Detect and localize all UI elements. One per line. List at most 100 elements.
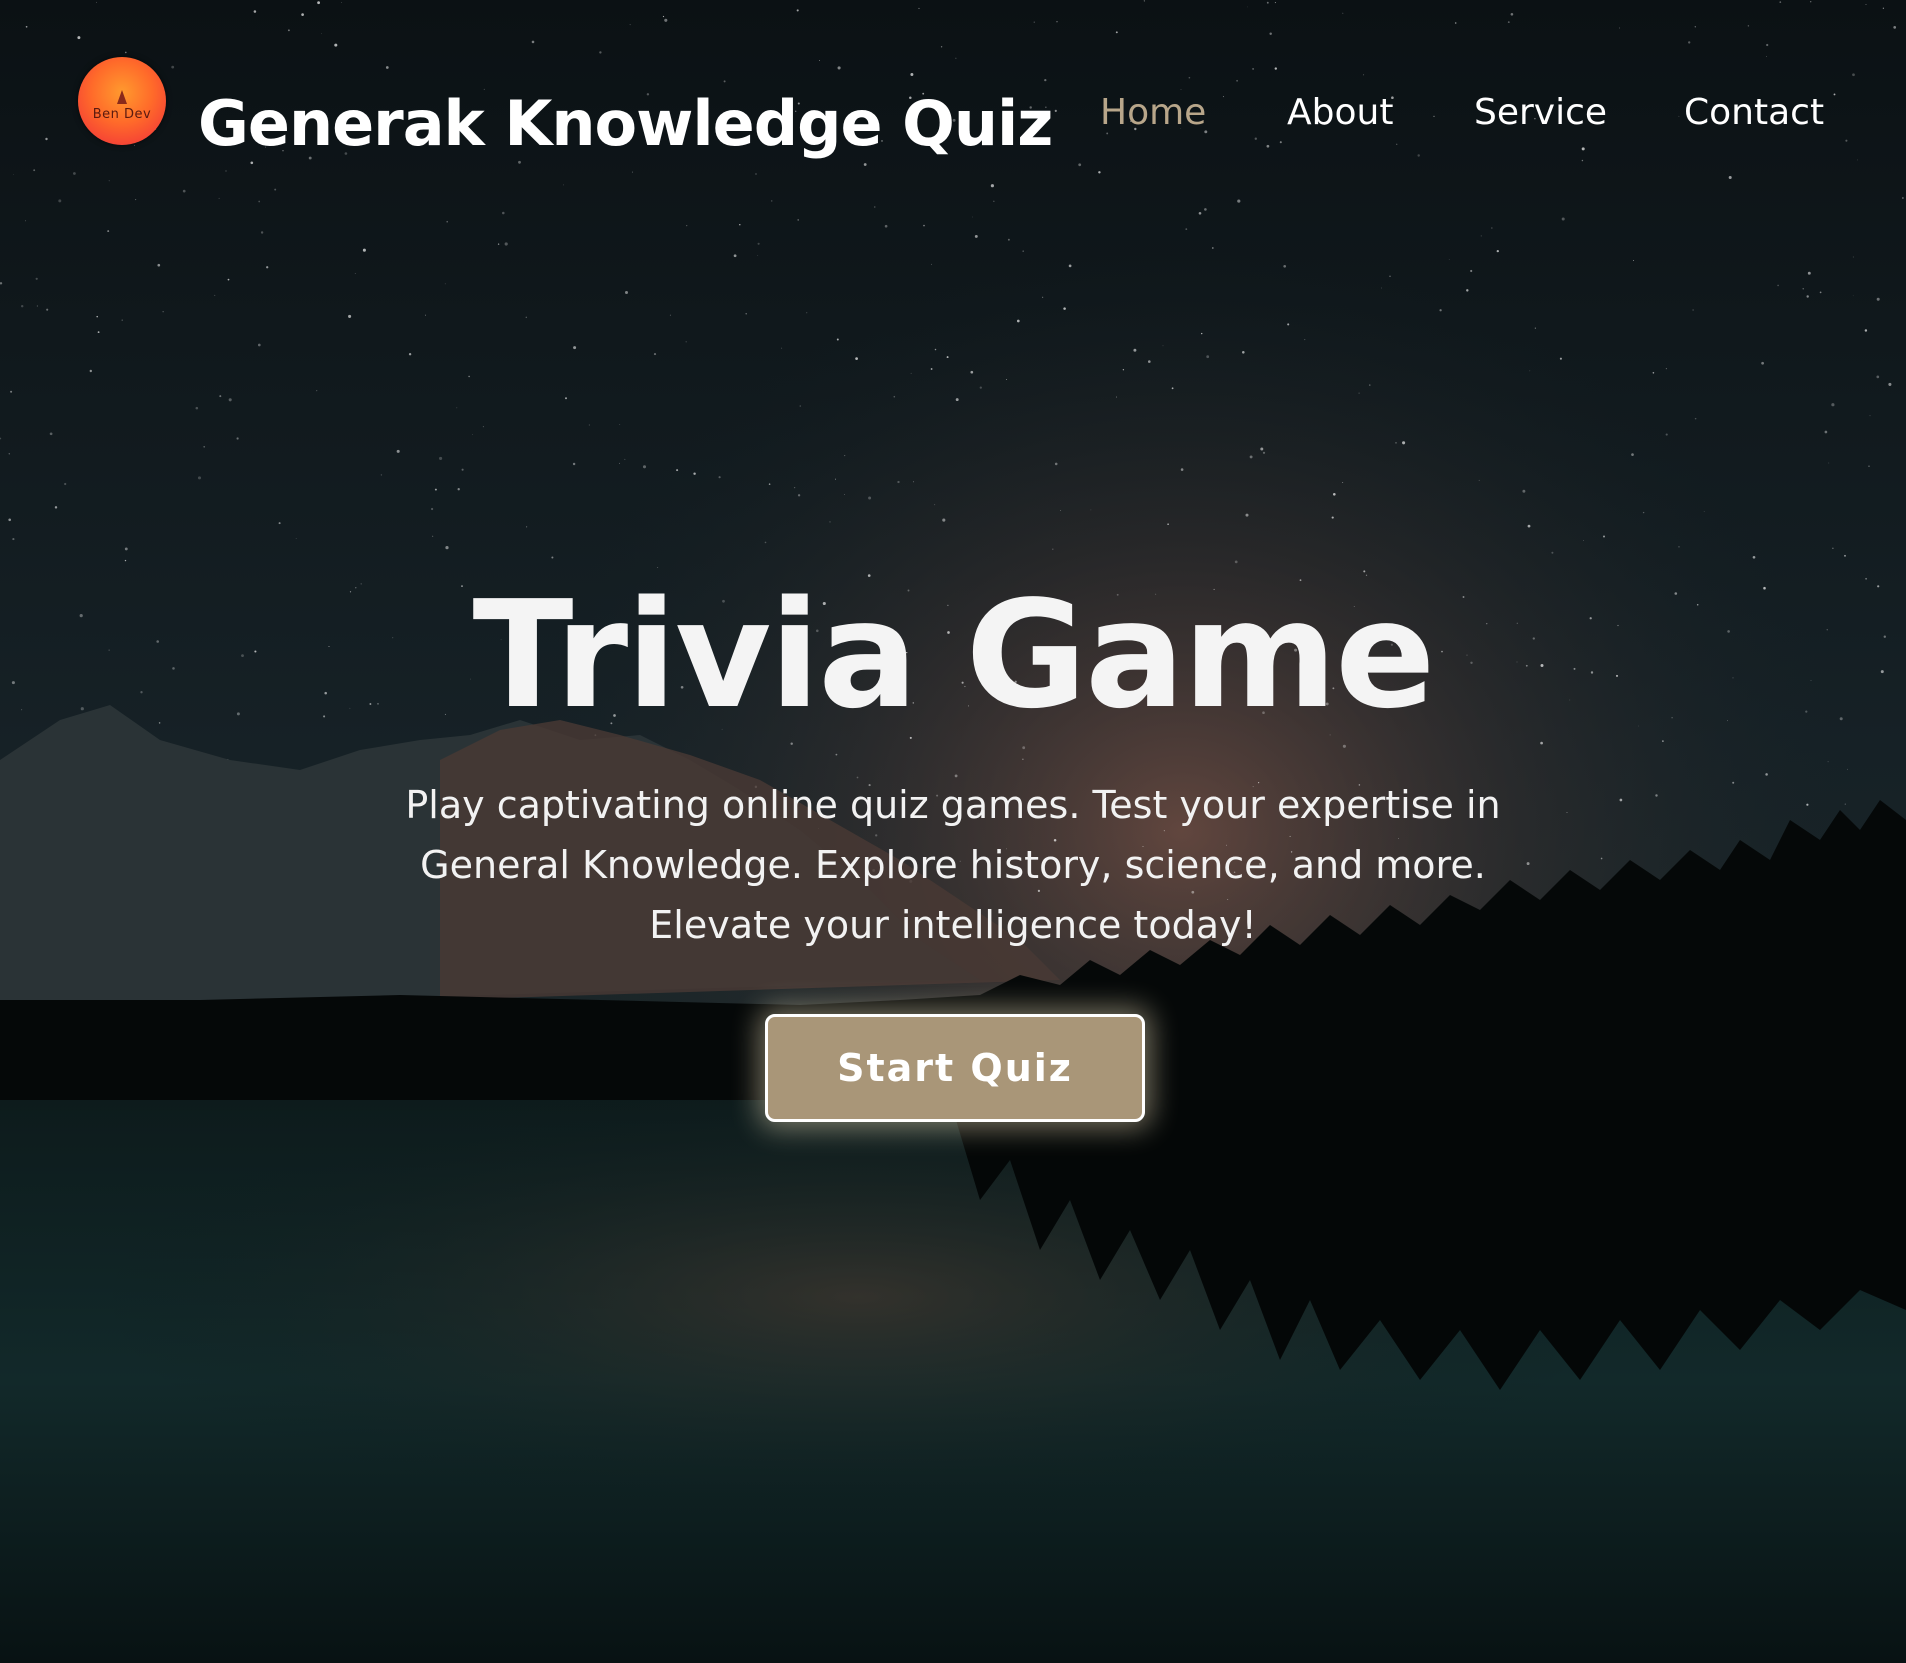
landing-page: Ben Dev Generak Knowledge Quiz Home Abou… <box>0 0 1906 1663</box>
star <box>1188 76 1191 79</box>
star <box>444 283 446 285</box>
star <box>955 57 957 59</box>
star <box>844 494 845 495</box>
star <box>1402 441 1406 445</box>
star <box>73 172 76 175</box>
start-quiz-button[interactable]: Start Quiz <box>765 1014 1145 1122</box>
star <box>1857 159 1859 161</box>
star <box>664 18 668 22</box>
star <box>1827 761 1829 763</box>
star <box>424 314 427 316</box>
star <box>124 547 128 551</box>
star <box>931 263 932 265</box>
star <box>1044 78 1047 82</box>
star <box>1122 369 1125 371</box>
star <box>1845 139 1848 142</box>
star <box>1395 442 1397 444</box>
star <box>108 180 110 182</box>
star <box>1262 451 1266 454</box>
star <box>653 353 657 356</box>
star <box>1665 433 1668 436</box>
star <box>676 469 679 472</box>
star <box>295 537 297 539</box>
star <box>8 518 11 522</box>
star <box>96 1 97 3</box>
main-nav: Home About Service Contact <box>0 88 1906 138</box>
star <box>1819 291 1822 294</box>
star <box>757 255 759 256</box>
star <box>970 370 974 374</box>
star <box>1633 260 1634 262</box>
star <box>979 386 982 389</box>
star <box>482 426 484 428</box>
star <box>572 462 576 466</box>
star <box>228 398 232 402</box>
star <box>1844 803 1846 805</box>
star <box>1806 295 1809 298</box>
star <box>1287 323 1290 326</box>
star <box>781 347 783 349</box>
star <box>439 456 443 460</box>
star <box>1522 489 1526 493</box>
star <box>624 458 626 460</box>
nav-contact-link[interactable]: Contact <box>1684 88 1824 138</box>
star <box>525 316 528 319</box>
star <box>77 36 81 40</box>
star <box>197 476 202 480</box>
star <box>89 369 92 373</box>
star <box>686 224 688 227</box>
star <box>1581 159 1584 162</box>
star <box>625 291 628 294</box>
star <box>1766 56 1767 58</box>
star <box>1185 228 1188 230</box>
hero-description: Play captivating online quiz games. Test… <box>373 775 1533 955</box>
star <box>1540 741 1543 745</box>
star <box>1042 296 1044 298</box>
star <box>135 199 137 201</box>
nav-home-link[interactable]: Home <box>1100 88 1206 138</box>
star <box>1078 163 1082 167</box>
star <box>1566 812 1568 813</box>
star <box>107 230 110 233</box>
star <box>182 189 186 193</box>
star <box>274 188 277 191</box>
star <box>257 343 261 347</box>
star <box>1342 12 1344 14</box>
star <box>25 25 28 28</box>
star <box>619 424 621 425</box>
star <box>1529 370 1531 372</box>
star <box>227 278 230 281</box>
star <box>1201 332 1203 335</box>
star <box>266 266 269 269</box>
star <box>1252 67 1255 70</box>
star <box>1206 355 1210 359</box>
star <box>1480 235 1482 237</box>
star <box>1363 74 1365 76</box>
star <box>1865 4 1867 6</box>
star <box>1864 329 1868 332</box>
star <box>301 13 304 16</box>
star <box>195 406 199 410</box>
star <box>203 445 206 448</box>
star <box>1056 20 1058 23</box>
star <box>1761 361 1764 365</box>
nav-about-link[interactable]: About <box>1287 88 1393 138</box>
star <box>1236 79 1238 82</box>
star <box>125 51 127 54</box>
star <box>1470 269 1473 273</box>
star <box>1242 351 1245 354</box>
star <box>1551 551 1554 554</box>
star <box>54 506 58 509</box>
star <box>1389 275 1391 277</box>
star <box>723 80 726 83</box>
star <box>1063 307 1066 310</box>
star <box>317 1 320 5</box>
star <box>457 488 460 491</box>
star <box>258 200 261 203</box>
star <box>819 60 820 61</box>
nav-service-link[interactable]: Service <box>1474 88 1607 138</box>
star <box>1692 309 1694 311</box>
star <box>1869 415 1871 417</box>
star <box>718 476 721 479</box>
star <box>380 474 383 476</box>
